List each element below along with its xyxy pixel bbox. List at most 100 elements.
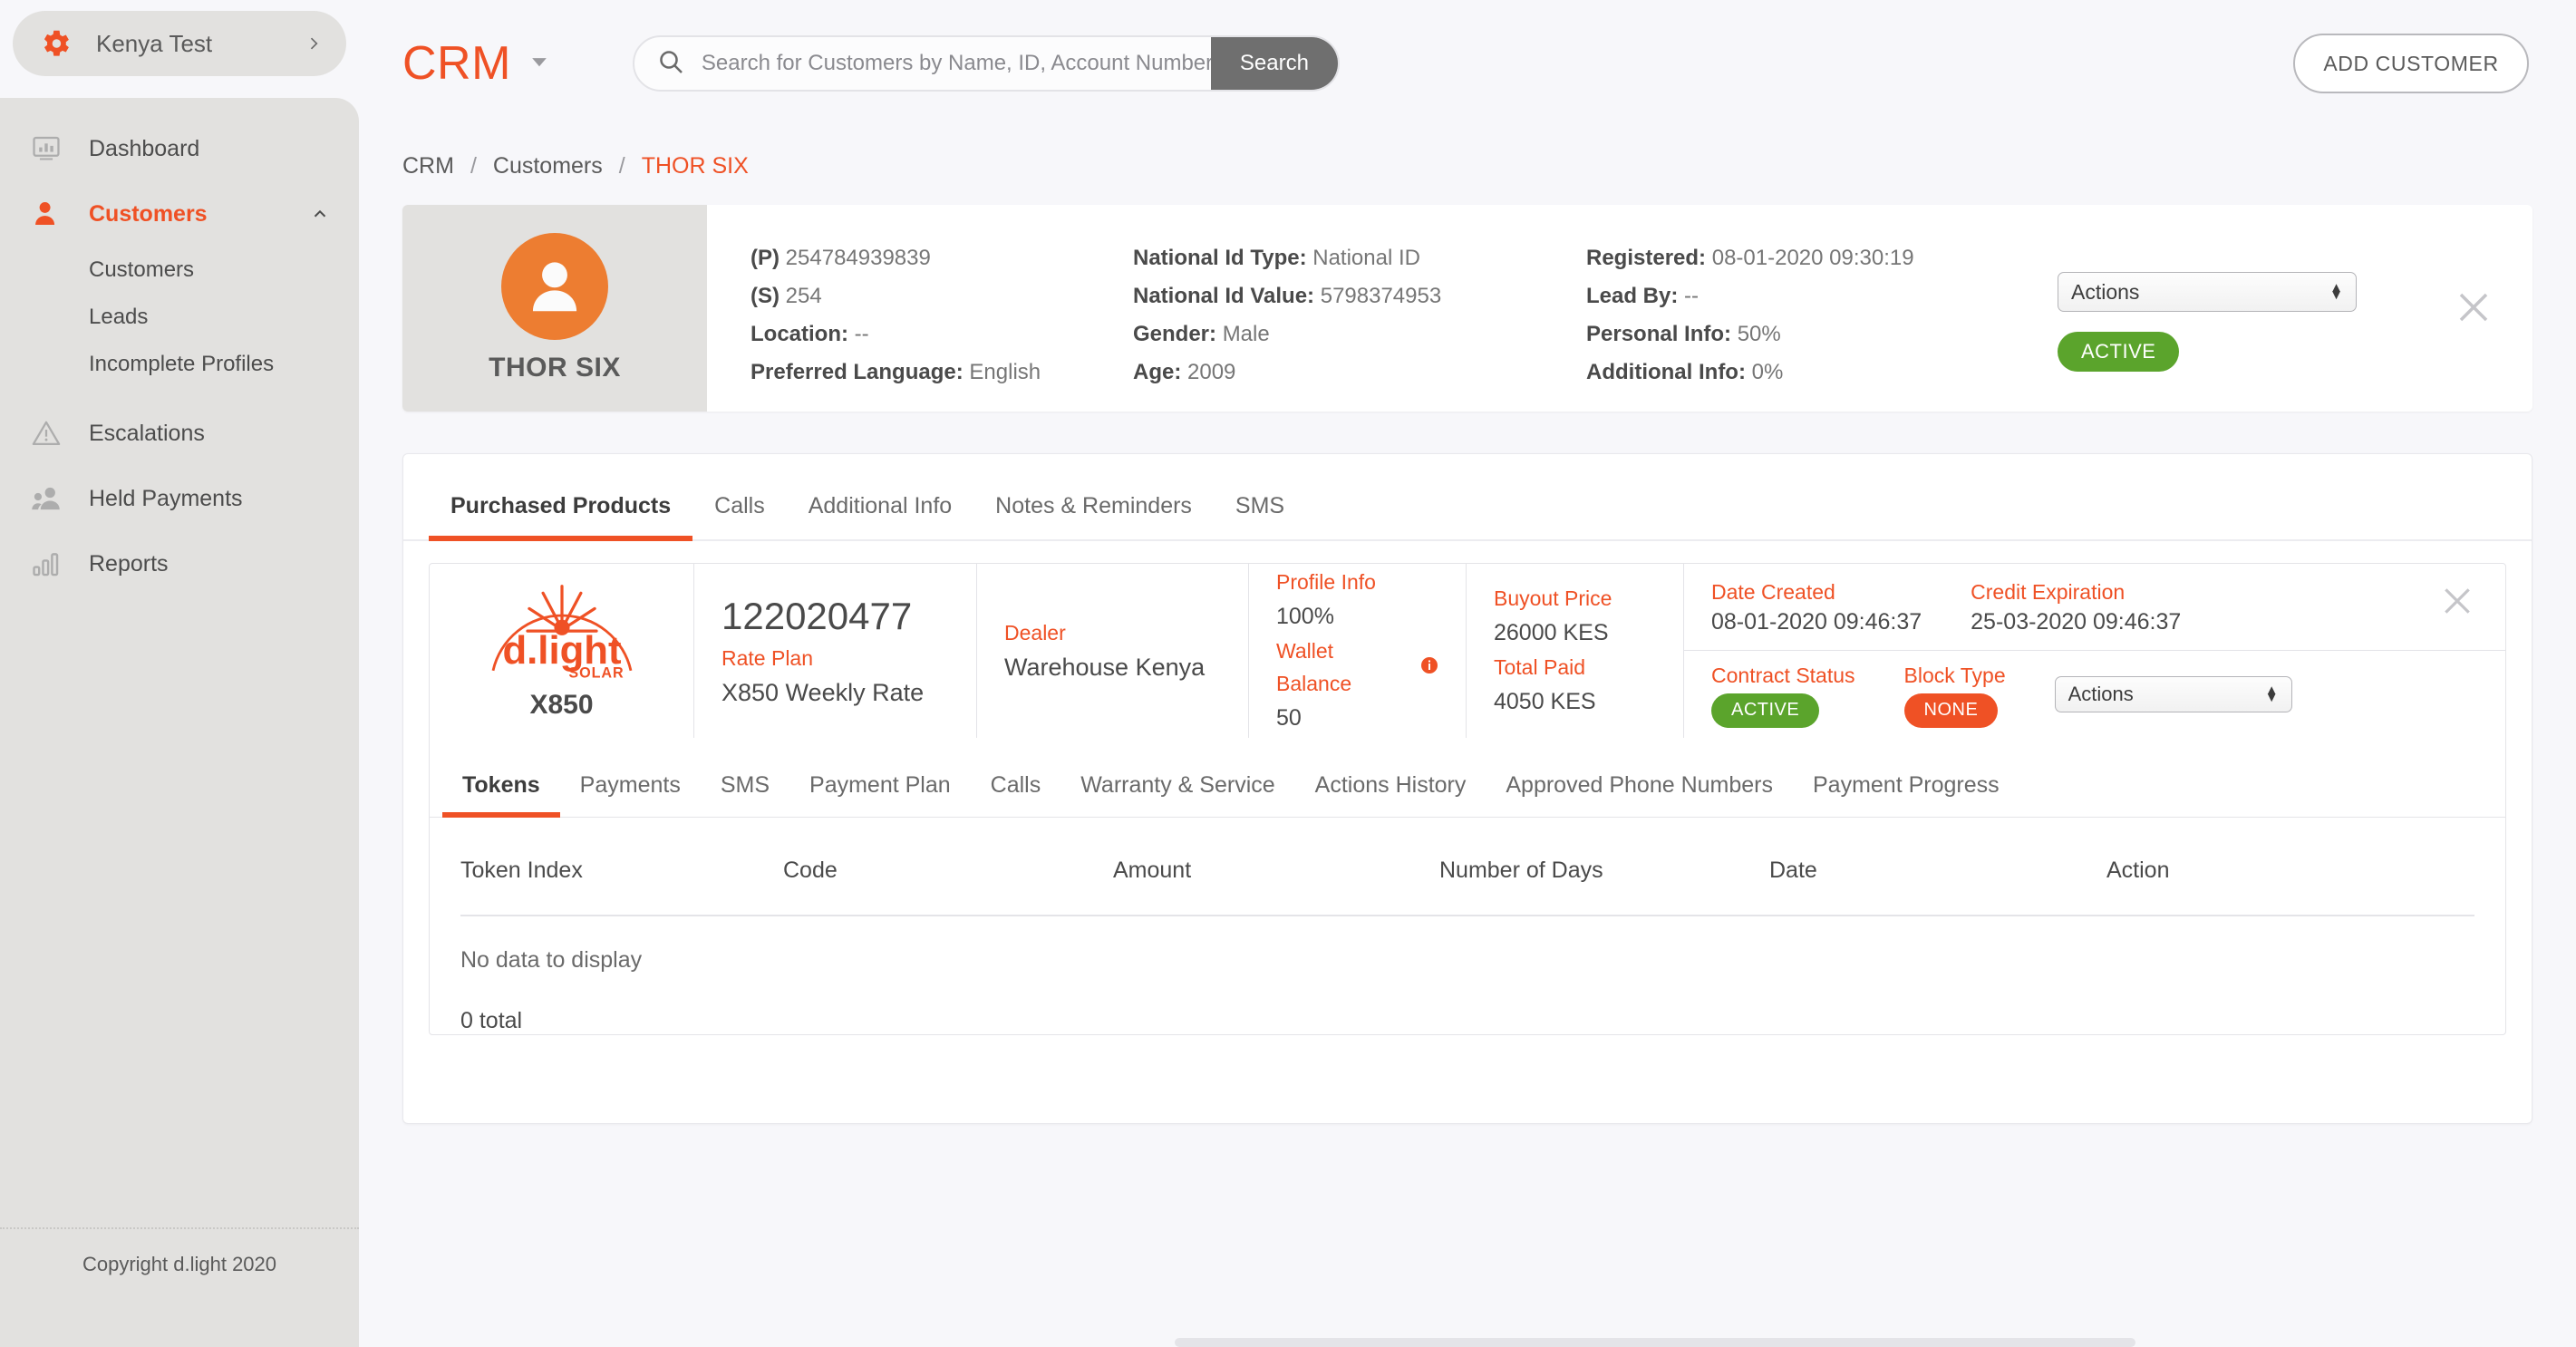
breadcrumb: CRM / Customers / THOR SIX	[359, 127, 2576, 187]
org-switcher[interactable]: Kenya Test	[13, 11, 346, 76]
sidebar-subitem-incomplete-profiles[interactable]: Incomplete Profiles	[0, 341, 359, 388]
rate-plan-value: X850 Weekly Rate	[721, 674, 949, 711]
product-inner-tabs: Tokens Payments SMS Payment Plan Calls W…	[430, 738, 2505, 818]
column-header-code: Code	[783, 858, 1113, 884]
total-paid-value: 4050 KES	[1494, 683, 1656, 720]
sidebar: Kenya Test Dashboard	[0, 0, 359, 1347]
close-product-icon[interactable]	[2440, 584, 2474, 618]
profile-col-contact: (P) 254784939839 (S) 254 Location: -- Pr…	[707, 239, 1133, 412]
inner-tab-payments[interactable]: Payments	[560, 772, 701, 817]
info-icon[interactable]	[1420, 651, 1438, 683]
breadcrumb-item-current: THOR SIX	[642, 153, 749, 179]
profile-info-label: Profile Info	[1276, 566, 1438, 598]
field-value: 50%	[1738, 322, 1781, 346]
inner-tab-warranty-service[interactable]: Warranty & Service	[1060, 772, 1294, 817]
tab-calls[interactable]: Calls	[692, 493, 787, 539]
inner-tab-payment-plan[interactable]: Payment Plan	[789, 772, 971, 817]
chevron-up-icon[interactable]	[310, 204, 330, 224]
sidebar-item-customers[interactable]: Customers	[0, 181, 359, 247]
product-account-id: 122020477	[721, 591, 949, 642]
inner-tab-tokens[interactable]: Tokens	[442, 772, 560, 817]
close-profile-icon[interactable]	[2455, 288, 2493, 326]
tokens-table: Token Index Code Amount Number of Days D…	[430, 818, 2505, 1034]
sidebar-subitem-label: Incomplete Profiles	[89, 352, 274, 377]
sidebar-item-label: Reports	[89, 551, 330, 577]
profile-info-columns: (P) 254784939839 (S) 254 Location: -- Pr…	[707, 205, 2532, 412]
crm-brand-dropdown[interactable]: CRM	[402, 36, 551, 91]
field-label: (P)	[751, 246, 780, 270]
breadcrumb-item-customers[interactable]: Customers	[493, 153, 603, 179]
product-status-cell: Date Created 08-01-2020 09:46:37 Credit …	[1684, 564, 2505, 738]
select-spinner-icon: ▲▼	[2329, 285, 2343, 299]
inner-tab-payment-progress[interactable]: Payment Progress	[1793, 772, 2019, 817]
field-label: Gender:	[1133, 322, 1216, 346]
chevron-down-icon[interactable]	[528, 50, 551, 78]
tab-sms[interactable]: SMS	[1214, 493, 1306, 539]
sidebar-item-escalations[interactable]: Escalations	[0, 401, 359, 466]
sidebar-item-dashboard[interactable]: Dashboard	[0, 116, 359, 181]
tab-purchased-products[interactable]: Purchased Products	[429, 493, 692, 539]
add-customer-button[interactable]: ADD CUSTOMER	[2293, 34, 2529, 93]
breadcrumb-item-crm[interactable]: CRM	[402, 153, 454, 179]
column-header-action: Action	[2106, 858, 2169, 884]
inner-tab-calls[interactable]: Calls	[971, 772, 1061, 817]
profile-field: Personal Info: 50%	[1586, 315, 2039, 354]
field-label: Personal Info:	[1586, 322, 1731, 346]
inner-tab-actions-history[interactable]: Actions History	[1295, 772, 1487, 817]
product-dates-row: Date Created 08-01-2020 09:46:37 Credit …	[1684, 564, 2505, 651]
search-bar[interactable]: Search	[633, 35, 1340, 92]
field-value: 08-01-2020 09:30:19	[1712, 246, 1914, 270]
sidebar-item-held-payments[interactable]: Held Payments	[0, 466, 359, 531]
purchased-product-card: d.light SOLAR X850 122020477 Rate Plan X…	[429, 563, 2506, 1035]
sidebar-item-label: Dashboard	[89, 136, 330, 162]
wallet-balance-value: 50	[1276, 700, 1438, 736]
product-actions-select[interactable]: Actions ▲▼	[2055, 676, 2292, 712]
sidebar-item-reports[interactable]: Reports	[0, 531, 359, 596]
dealer-label: Dealer	[1004, 616, 1221, 649]
org-name: Kenya Test	[96, 30, 305, 58]
profile-field: National Id Value: 5798374953	[1133, 277, 1568, 315]
date-created-value: 08-01-2020 09:46:37	[1711, 606, 1922, 637]
profile-col-identity: National Id Type: National ID National I…	[1133, 239, 1586, 412]
contract-status-label: Contract Status	[1711, 661, 1855, 690]
app-logo: CRM	[402, 36, 511, 91]
profile-field: National Id Type: National ID	[1133, 239, 1568, 277]
block-type-label: Block Type	[1904, 661, 2006, 690]
field-label: Registered:	[1586, 246, 1706, 270]
search-input[interactable]	[702, 51, 1211, 76]
sidebar-item-label: Held Payments	[89, 486, 330, 512]
avatar-box: THOR SIX	[402, 205, 707, 412]
field-label: Age:	[1133, 360, 1181, 384]
horizontal-scrollbar[interactable]	[1175, 1338, 2135, 1347]
product-price-cell: Buyout Price 26000 KES Total Paid 4050 K…	[1467, 564, 1684, 738]
credit-expiration-label: Credit Expiration	[1971, 577, 2181, 606]
product-logo-cell: d.light SOLAR X850	[430, 564, 694, 738]
profile-field: Age: 2009	[1133, 354, 1568, 392]
main-content: CRM Search ADD CUSTOMER CRM /	[359, 0, 2576, 1347]
sidebar-subitem-label: Customers	[89, 257, 194, 283]
sidebar-subitem-leads[interactable]: Leads	[0, 294, 359, 341]
field-value: 254784939839	[786, 246, 931, 270]
search-button[interactable]: Search	[1211, 37, 1338, 90]
field-value: 254	[786, 284, 822, 308]
field-value: National ID	[1312, 246, 1420, 270]
buyout-price-label: Buyout Price	[1494, 582, 1656, 615]
customer-actions-select[interactable]: Actions ▲▼	[2058, 272, 2357, 312]
profile-actions-column: Actions ▲▼ ACTIVE	[2058, 239, 2438, 412]
tab-additional-info[interactable]: Additional Info	[787, 493, 973, 539]
field-value: --	[1684, 284, 1699, 308]
inner-tab-approved-phone-numbers[interactable]: Approved Phone Numbers	[1486, 772, 1793, 817]
buyout-price-value: 26000 KES	[1494, 615, 1656, 651]
product-account-cell: 122020477 Rate Plan X850 Weekly Rate	[694, 564, 977, 738]
field-label: Location:	[751, 322, 848, 346]
person-avatar-icon	[520, 252, 589, 321]
inner-tab-sms[interactable]: SMS	[701, 772, 789, 817]
product-model: X850	[529, 690, 593, 721]
sidebar-subitem-customers[interactable]: Customers	[0, 247, 359, 294]
dlight-solar-logo-icon: d.light SOLAR	[476, 581, 648, 684]
field-value: English	[969, 360, 1041, 384]
avatar	[501, 233, 608, 340]
dealer-value: Warehouse Kenya	[1004, 649, 1221, 685]
tab-notes-reminders[interactable]: Notes & Reminders	[973, 493, 1214, 539]
profile-field: Additional Info: 0%	[1586, 354, 2039, 392]
